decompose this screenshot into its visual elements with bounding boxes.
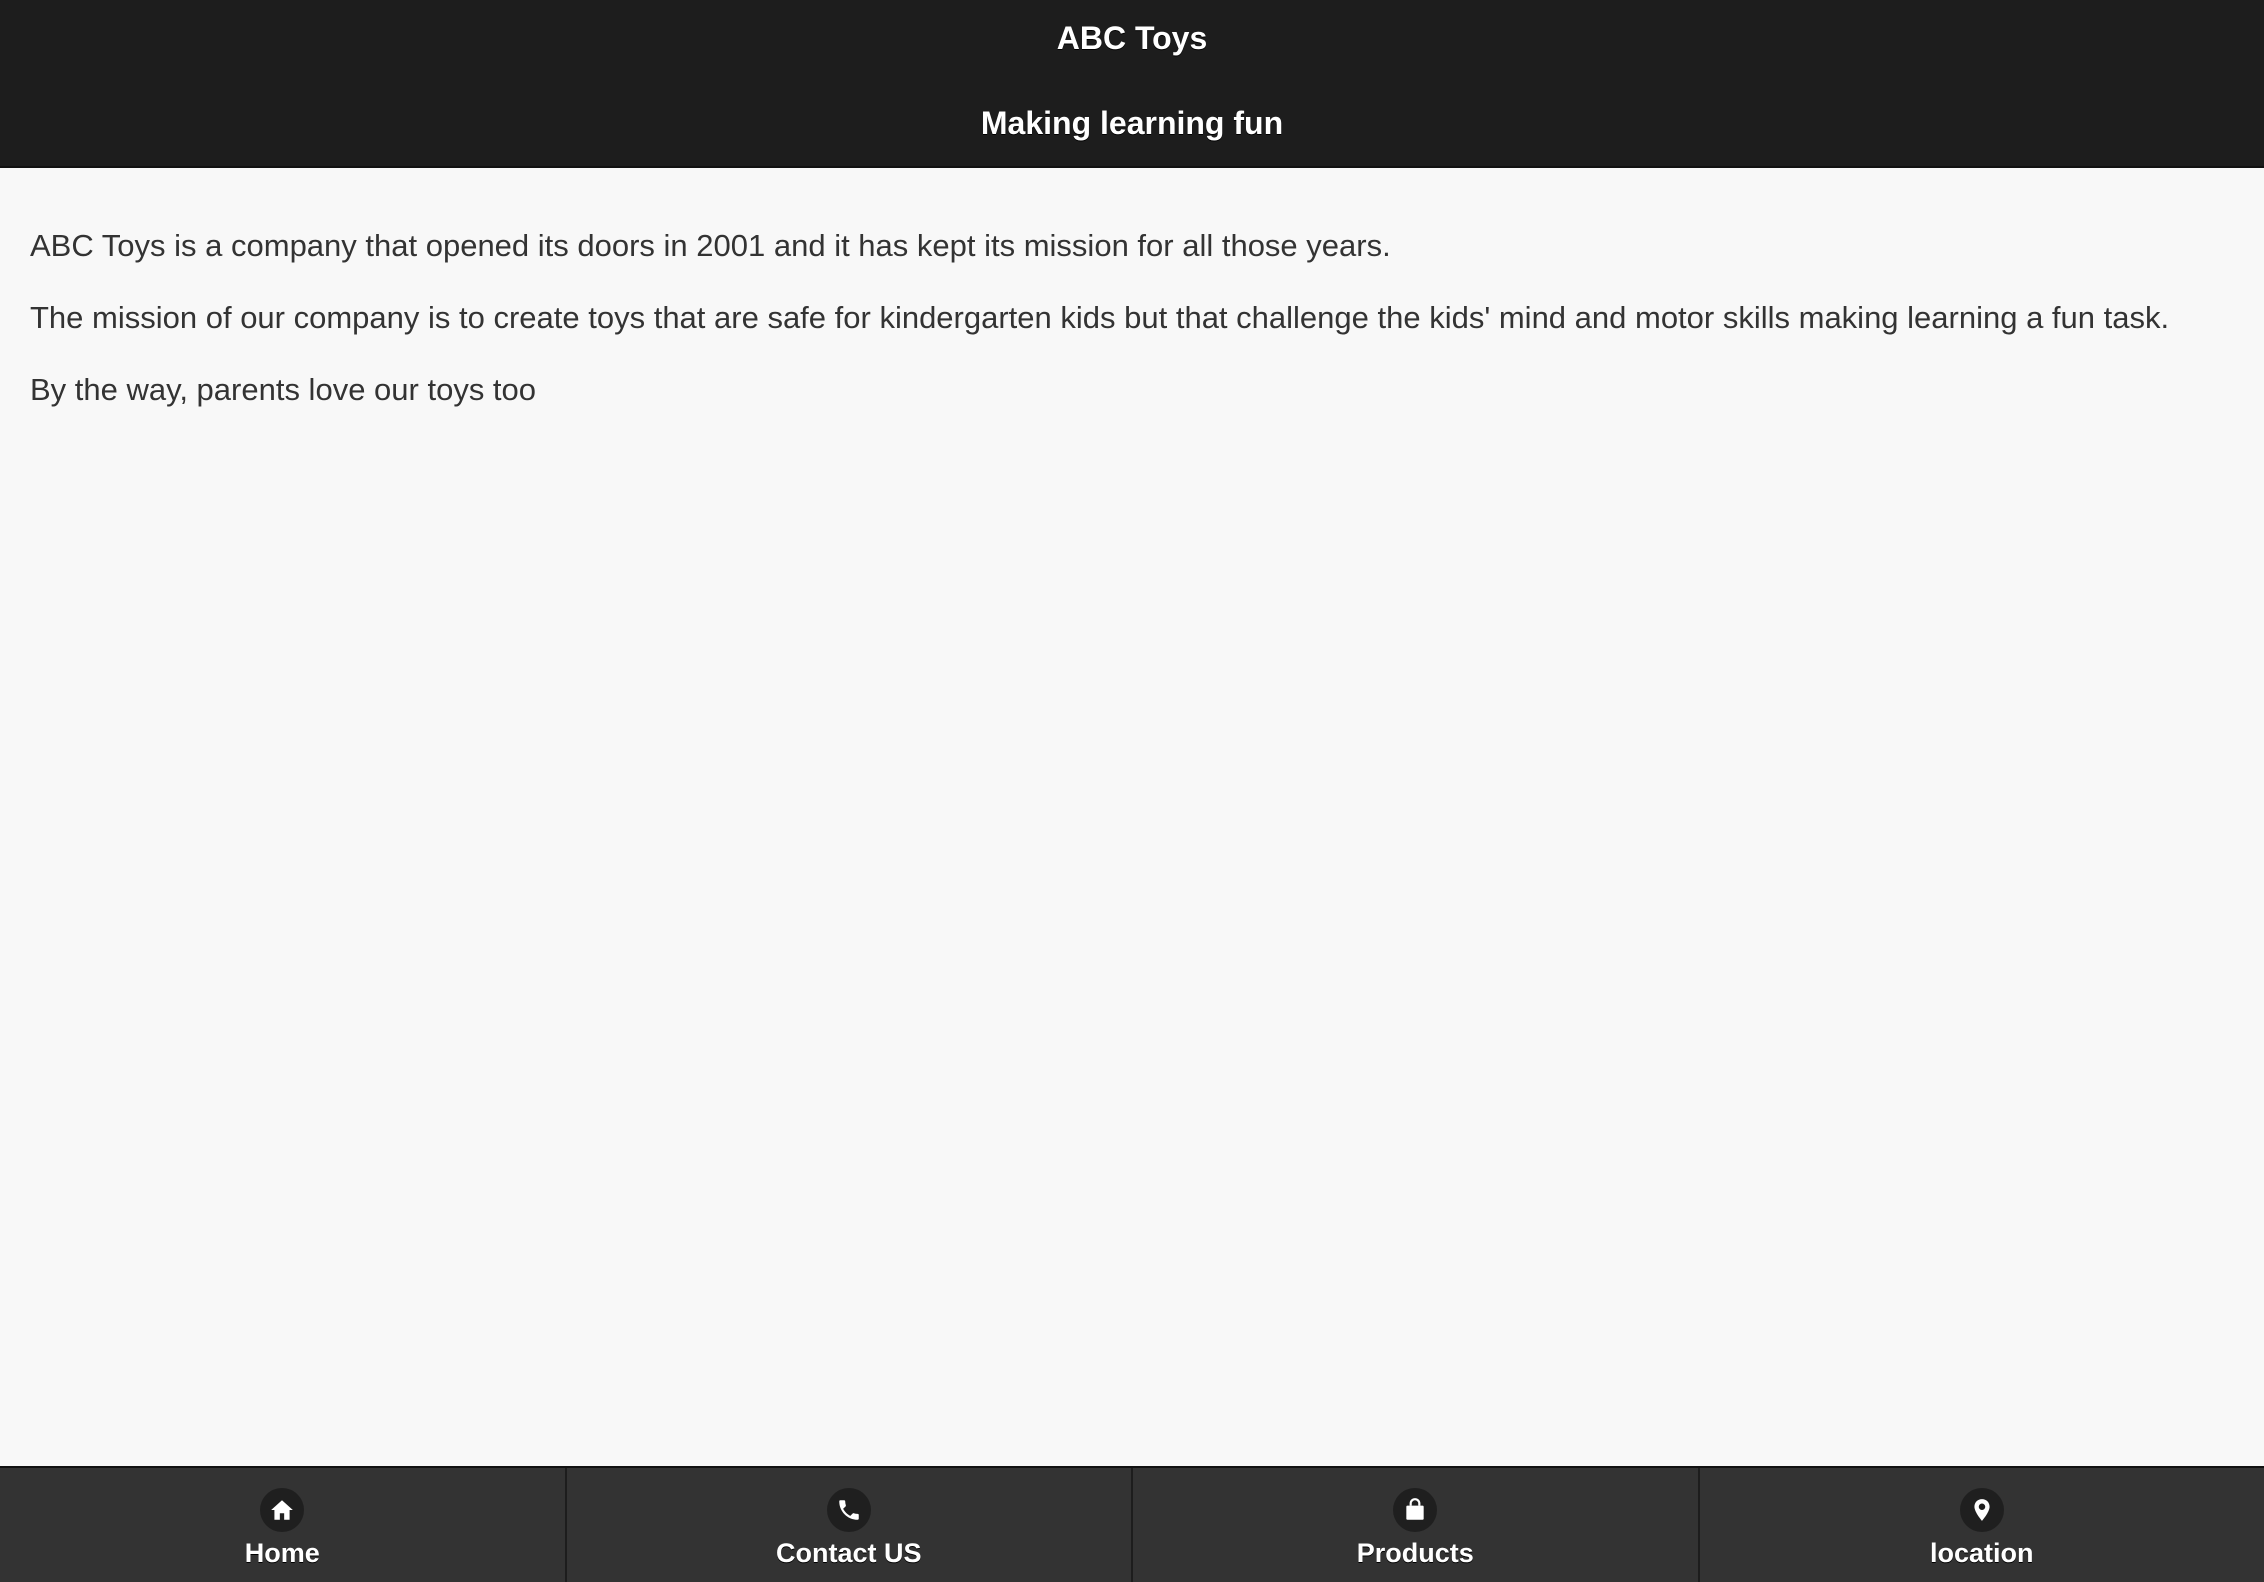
paragraph-history: ABC Toys is a company that opened its do… bbox=[30, 228, 1391, 263]
shopping-bag-icon bbox=[1393, 1488, 1438, 1532]
nav-label-products: Products bbox=[1356, 1538, 1474, 1568]
nav-label-location: location bbox=[1929, 1538, 2034, 1568]
page-title: ABC Toys bbox=[1056, 20, 1208, 56]
paragraph-mission: The mission of our company is to create … bbox=[30, 300, 2170, 335]
nav-label-contact: Contact US bbox=[775, 1538, 922, 1568]
paragraph-parents: By the way, parents love our toys too bbox=[30, 372, 537, 407]
nav-label-home: Home bbox=[244, 1538, 320, 1568]
page: ABC Toys Making learning fun ABC Toys is… bbox=[0, 0, 2264, 1582]
nav-item-home[interactable]: Home bbox=[0, 1468, 567, 1582]
header-bar: ABC Toys Making learning fun bbox=[0, 0, 2264, 168]
home-icon bbox=[260, 1488, 305, 1532]
bottom-navbar: Home Contact US Products location bbox=[0, 1466, 2264, 1582]
main-content: ABC Toys is a company that opened its do… bbox=[30, 226, 2244, 442]
page-subtitle: Making learning fun bbox=[980, 105, 1284, 141]
nav-item-location[interactable]: location bbox=[1699, 1468, 2264, 1582]
location-pin-icon bbox=[1959, 1488, 2004, 1532]
nav-item-products[interactable]: Products bbox=[1133, 1468, 1700, 1582]
nav-item-contact[interactable]: Contact US bbox=[566, 1468, 1133, 1582]
phone-icon bbox=[826, 1488, 871, 1532]
